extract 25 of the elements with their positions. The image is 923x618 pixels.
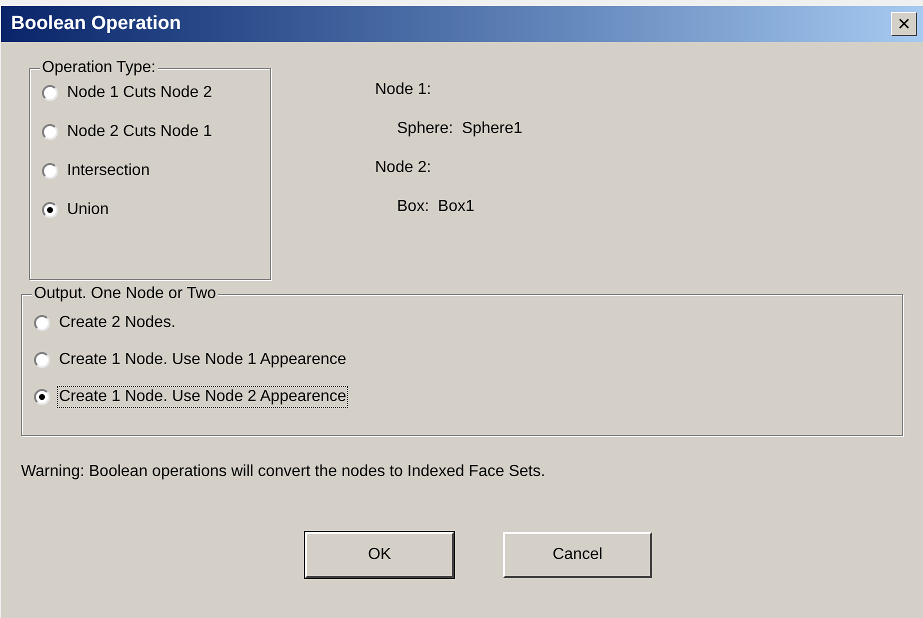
radio-label[interactable]: Create 1 Node. Use Node 2 Appearence [58, 387, 348, 407]
radio-label[interactable]: Node 1 Cuts Node 2 [66, 83, 213, 103]
radio-button[interactable] [34, 352, 50, 368]
dialog-button[interactable]: OK [305, 532, 454, 578]
radio-button[interactable] [42, 163, 58, 179]
dialog-button[interactable]: Cancel [503, 532, 652, 578]
window-title: Boolean Operation [11, 12, 181, 36]
radio-button[interactable] [34, 315, 50, 331]
radio-label[interactable]: Create 2 Nodes. [58, 313, 177, 333]
group-label: Output. One Node or Two [32, 284, 218, 304]
warning-text: Warning: Boolean operations will convert the nodes to Indexed Face Sets. [21, 462, 546, 482]
node-value: Sphere: Sphere1 [397, 119, 522, 139]
node-value: Box: Box1 [397, 197, 476, 217]
radio-label[interactable]: Create 1 Node. Use Node 1 Appearence [58, 350, 348, 370]
radio-button[interactable] [42, 124, 58, 140]
radio-label[interactable]: Union [66, 200, 110, 220]
group-label: Operation Type: [40, 58, 158, 78]
close-button[interactable]: × [891, 12, 917, 36]
node-label: Node 2: [375, 158, 432, 178]
radio-button[interactable] [42, 202, 58, 218]
radio-button[interactable] [42, 85, 58, 101]
radio-label[interactable]: Intersection [66, 161, 151, 181]
radio-label[interactable]: Node 2 Cuts Node 1 [66, 122, 213, 142]
radio-button[interactable] [34, 389, 50, 405]
node-label: Node 1: [375, 80, 432, 100]
